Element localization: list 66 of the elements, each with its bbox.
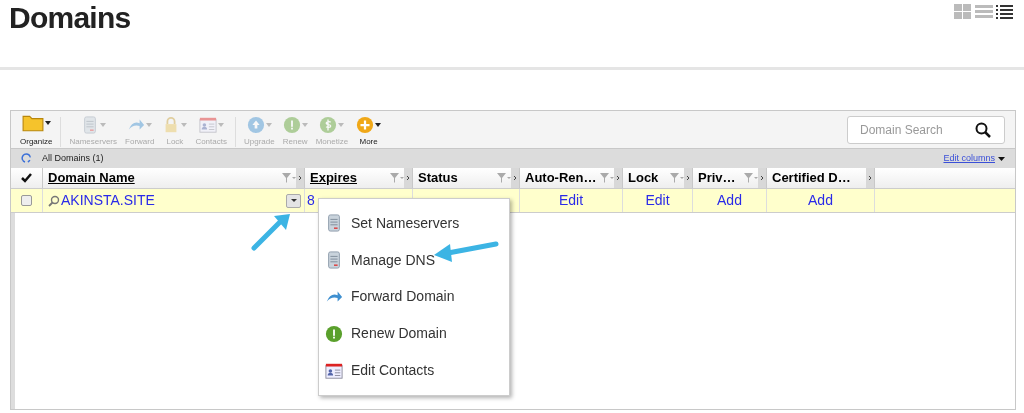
toolbar-button[interactable]: Organize	[17, 112, 56, 147]
up-arrow-circle-icon	[246, 116, 265, 134]
contact-card-icon	[198, 116, 217, 134]
table-link[interactable]: Edit	[558, 190, 584, 211]
menu-item[interactable]: Edit Contacts	[319, 352, 509, 389]
menu-item[interactable]: Manage DNS	[319, 241, 509, 279]
caret-icon	[375, 123, 382, 127]
domain-link[interactable]: AKINSTA.SITE	[61, 190, 155, 211]
column-resize-handle[interactable]	[511, 168, 519, 188]
expiry-date: 8	[307, 191, 315, 210]
filter-icon[interactable]	[390, 173, 404, 183]
row-checkbox[interactable]	[21, 195, 32, 206]
grid-view-icon[interactable]	[954, 4, 972, 20]
column-resize-handle[interactable]	[614, 168, 622, 188]
caret-icon	[301, 123, 308, 127]
exclamation-circle-icon	[325, 324, 343, 343]
list-label: All Domains (1)	[42, 151, 104, 165]
column-resize-handle[interactable]	[296, 168, 304, 188]
caret-icon	[338, 123, 345, 127]
column-header[interactable]: Lock	[623, 168, 659, 188]
column-resize-handle[interactable]	[404, 168, 412, 188]
caret-icon	[290, 199, 297, 202]
column-header[interactable]: Priv…	[693, 168, 736, 188]
menu-item[interactable]: Renew Domain	[319, 315, 509, 353]
detail-view-icon[interactable]	[996, 4, 1014, 20]
row-menu-button[interactable]	[286, 193, 301, 208]
edit-columns-link[interactable]: Edit columns	[943, 151, 995, 166]
search-field[interactable]: Domain Search	[847, 115, 1005, 144]
table-link[interactable]: Edit	[645, 190, 670, 211]
search-icon[interactable]	[975, 121, 991, 138]
caret-icon	[146, 123, 153, 127]
filter-icon[interactable]	[744, 173, 758, 183]
caret-icon	[265, 123, 272, 127]
exclamation-circle-icon	[282, 116, 301, 134]
caret-icon	[99, 123, 106, 127]
caret-icon	[181, 123, 188, 127]
pointer-arrow	[250, 212, 292, 252]
column-resize-handle[interactable]	[758, 168, 766, 188]
column-header[interactable]: Status	[413, 168, 458, 188]
column-header[interactable]: Auto-Ren…	[520, 168, 597, 188]
filter-icon[interactable]	[497, 173, 511, 183]
dollar-circle-icon	[319, 116, 338, 134]
table-link[interactable]: Add	[717, 190, 742, 211]
contact-card-icon	[325, 361, 343, 380]
server-icon	[325, 214, 343, 233]
checkmark-icon[interactable]	[21, 173, 32, 183]
filter-icon[interactable]	[670, 173, 684, 183]
toolbar-button[interactable]: More	[353, 116, 385, 147]
page-title: Domains	[9, 0, 131, 36]
column-header[interactable]: Domain Name	[43, 168, 135, 188]
caret-icon	[44, 121, 51, 125]
filter-icon[interactable]	[600, 173, 614, 183]
plus-circle-icon	[356, 116, 375, 134]
filter-icon[interactable]	[282, 173, 296, 183]
column-header[interactable]: Certified D…	[767, 168, 851, 188]
refresh-icon[interactable]	[21, 153, 32, 164]
table-link[interactable]: Add	[808, 190, 833, 211]
zoom-icon[interactable]	[48, 194, 60, 207]
caret-icon	[998, 156, 1005, 161]
column-resize-handle[interactable]	[684, 168, 692, 188]
menu-item[interactable]: Set Nameservers	[319, 205, 509, 242]
column-header[interactable]: Expires	[305, 168, 357, 188]
menu-item[interactable]: Forward Domain	[319, 278, 509, 316]
caret-icon	[217, 123, 224, 127]
column-resize-handle[interactable]	[866, 168, 874, 188]
server-icon	[325, 251, 343, 270]
